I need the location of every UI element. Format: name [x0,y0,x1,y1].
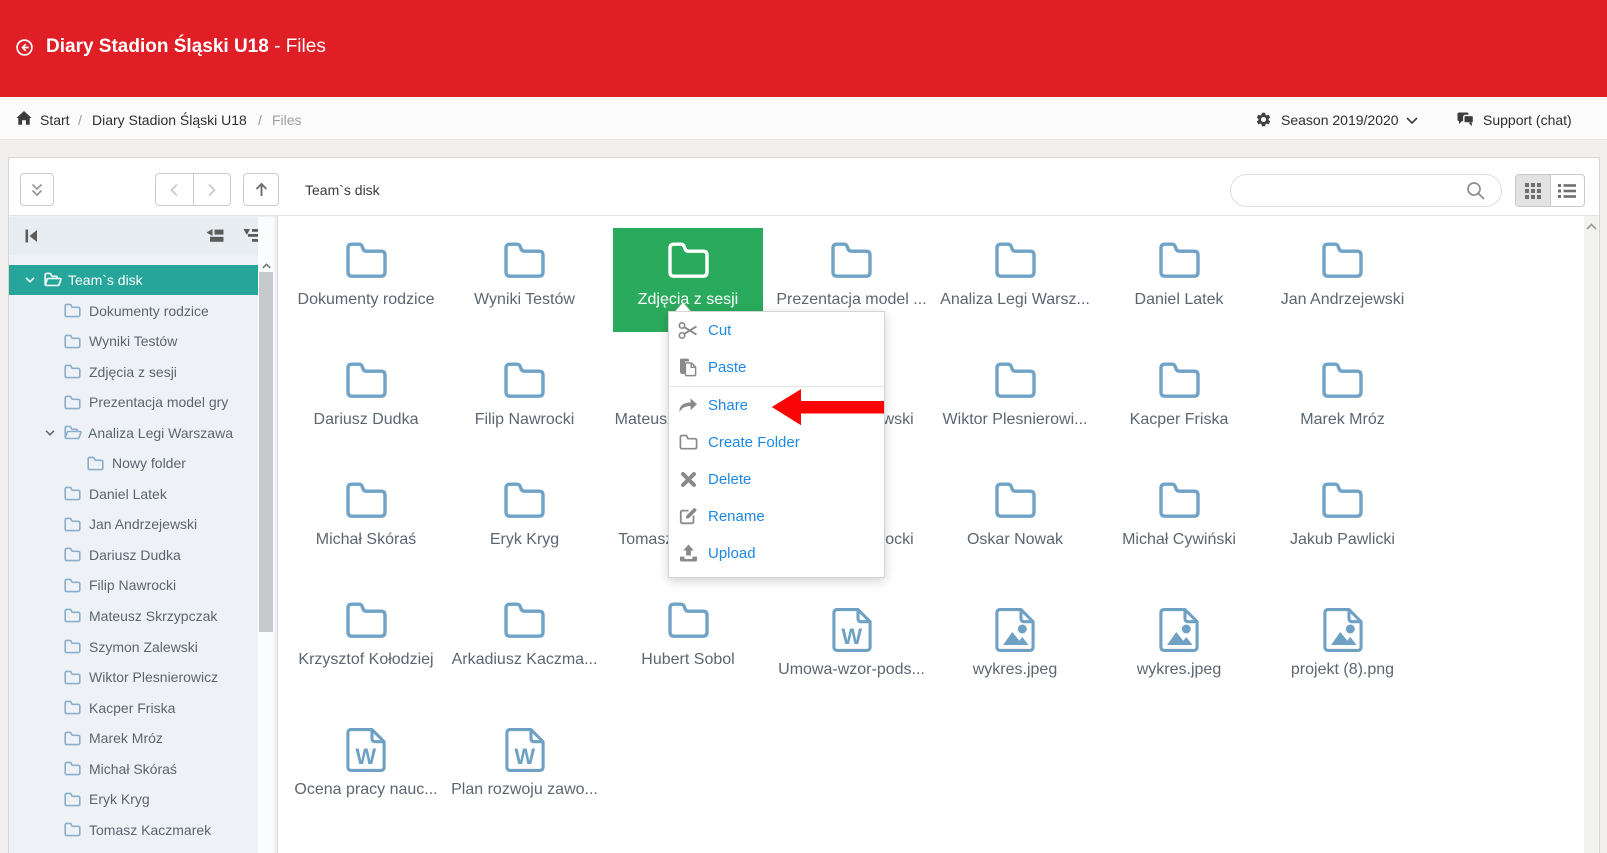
svg-text:W: W [355,744,376,769]
svg-text:W: W [514,744,535,769]
svg-text:W: W [841,624,862,649]
